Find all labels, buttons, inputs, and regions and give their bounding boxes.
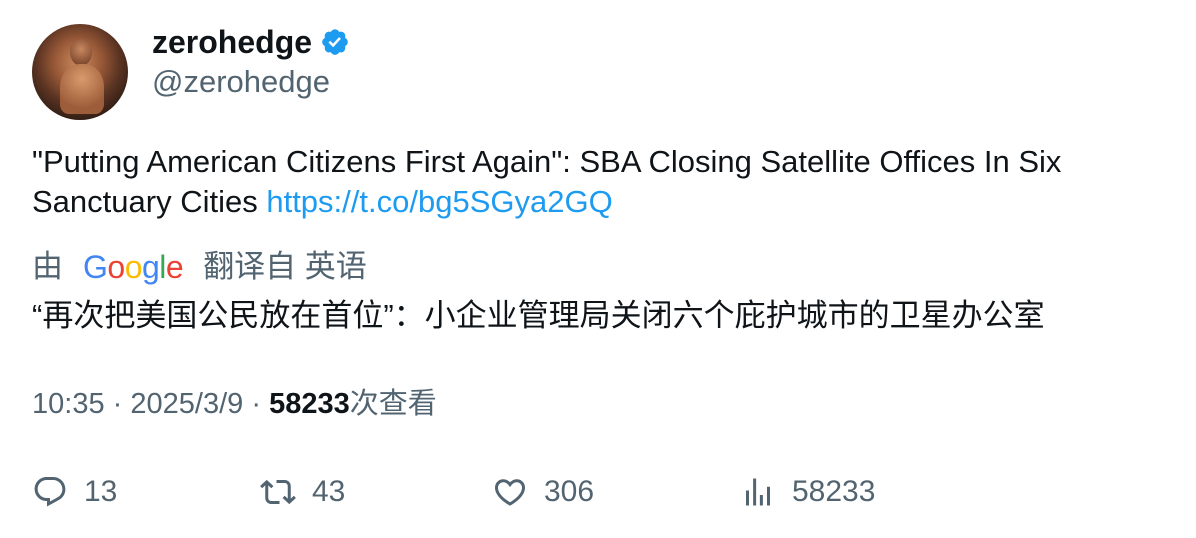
- views-count: 58233: [792, 475, 876, 508]
- verified-badge-icon: [322, 29, 348, 55]
- meta-separator: ·: [112, 388, 123, 420]
- action-bar: 13 43 306 58233: [0, 470, 1196, 514]
- author-display-name[interactable]: zerohedge: [152, 22, 312, 62]
- reply-count: 13: [84, 475, 118, 508]
- retweet-button[interactable]: 43: [260, 470, 345, 514]
- retweet-icon: [260, 479, 296, 505]
- google-logo: Google: [83, 249, 184, 285]
- retweet-count: 43: [312, 475, 346, 508]
- views-number: 58233: [269, 388, 350, 420]
- tweet-date[interactable]: 2025/3/9: [130, 388, 243, 420]
- avatar[interactable]: [32, 24, 128, 120]
- tweet-time[interactable]: 10:35: [32, 388, 105, 420]
- like-count: 306: [544, 475, 595, 508]
- avatar-head: [70, 38, 92, 66]
- like-icon: [494, 479, 526, 506]
- tweet-text: "Putting American Citizens First Again":…: [32, 142, 1152, 222]
- translation-suffix: 翻译自 英语: [203, 249, 367, 284]
- author-handle[interactable]: @zerohedge: [152, 62, 330, 102]
- translation-prefix: 由: [32, 249, 63, 284]
- views-icon: [746, 478, 770, 506]
- tweet-link[interactable]: https://t.co/bg5SGya2GQ: [266, 184, 612, 219]
- views-label: 次查看: [349, 388, 437, 420]
- reply-button[interactable]: 13: [32, 470, 117, 514]
- tweet-meta: 10:35 · 2025/3/9 · 58233次查看: [32, 384, 437, 424]
- avatar-torso: [60, 64, 104, 114]
- translated-text: “再次把美国公民放在首位”：小企业管理局关闭六个庇护城市的卫星办公室: [32, 298, 1045, 333]
- meta-separator: ·: [251, 388, 261, 420]
- translation-attribution[interactable]: 由 Google 翻译自 英语: [32, 246, 367, 288]
- like-button[interactable]: 306: [492, 470, 594, 514]
- author-name-row[interactable]: zerohedge: [152, 22, 350, 62]
- reply-icon: [34, 477, 66, 507]
- views-button[interactable]: 58233: [740, 470, 875, 514]
